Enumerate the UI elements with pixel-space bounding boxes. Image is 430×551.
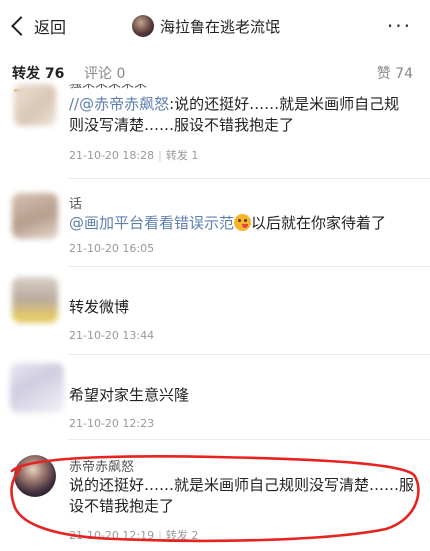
- back-button[interactable]: 返回: [11, 12, 67, 40]
- top-nav-bar: 返回 海拉鲁在逃老流氓 ···: [0, 0, 430, 52]
- repost-meta: 21-10-20 18:28 | 转发 1: [69, 147, 198, 163]
- list-item[interactable]: 骚果果果果果 //@赤帝赤飙怒:说的还挺好……就是米画师自己规则没写清楚……服设…: [0, 84, 430, 180]
- flushed-emoji-icon: [234, 214, 252, 231]
- repost-list: 骚果果果果果 //@赤帝赤飙怒:说的还挺好……就是米画师自己规则没写清楚……服设…: [0, 84, 430, 551]
- back-label: 返回: [34, 18, 67, 37]
- repost-body: 以后就在你家待着了: [251, 214, 387, 232]
- mention-link[interactable]: @画加平台看看错误示范: [69, 214, 234, 232]
- repost-meta: 21-10-20 12:19 | 转发 2: [69, 527, 198, 543]
- timestamp: 21-10-20 18:28: [69, 149, 155, 162]
- timestamp: 21-10-20 16:05: [69, 242, 155, 255]
- repost-text: 说的还挺好……就是米画师自己规则没写清楚……服设不错我抱走了: [69, 476, 415, 515]
- timestamp: 21-10-20 13:44: [69, 329, 155, 342]
- blurred-avatar: [12, 193, 58, 239]
- user-avatar: [132, 15, 154, 37]
- page-title: 海拉鲁在逃老流氓: [160, 17, 281, 36]
- repost-meta: 21-10-20 13:44: [69, 329, 154, 342]
- list-item[interactable]: 希望对家生意兴隆 21-10-20 12:23: [0, 355, 430, 440]
- separator: |: [158, 149, 162, 162]
- list-item[interactable]: 赤帝赤飙怒 说的还挺好……就是米画师自己规则没写清楚……服设不错我抱走了 21-…: [0, 440, 430, 551]
- username[interactable]: 话: [69, 193, 82, 212]
- repost-text: 希望对家生意兴隆: [69, 386, 190, 404]
- mention-link[interactable]: //@赤帝赤飙怒: [69, 95, 169, 113]
- repost-text: 转发微博: [69, 298, 130, 316]
- tab-comments[interactable]: 评论 0: [84, 63, 125, 83]
- repost-text: @画加平台看看错误示范 以后就在你家待着了: [69, 213, 414, 234]
- blurred-avatar: [14, 84, 56, 126]
- timestamp: 21-10-20 12:23: [69, 417, 155, 430]
- more-options-button[interactable]: ···: [387, 14, 412, 38]
- username[interactable]: 骚果果果果果: [69, 84, 147, 92]
- avatar[interactable]: [14, 455, 56, 497]
- timestamp: 21-10-20 12:19: [69, 529, 155, 542]
- nav-title-group[interactable]: 海拉鲁在逃老流氓: [132, 12, 280, 40]
- username[interactable]: 赤帝赤飙怒: [69, 456, 134, 475]
- blurred-avatar: [10, 363, 64, 413]
- tab-reposts[interactable]: 转发 76: [12, 63, 64, 83]
- chevron-left-icon: [11, 16, 31, 36]
- repost-count[interactable]: 转发 2: [166, 529, 199, 542]
- blurred-avatar: [12, 277, 58, 323]
- repost-meta: 21-10-20 12:23: [69, 417, 154, 430]
- repost-count[interactable]: 转发 1: [166, 149, 199, 162]
- tab-likes[interactable]: 赞 74: [377, 63, 413, 83]
- list-item[interactable]: 话 @画加平台看看错误示范 以后就在你家待着了 21-10-20 16:05: [0, 179, 430, 267]
- repost-meta: 21-10-20 16:05: [69, 242, 154, 255]
- list-item[interactable]: 转发微博 21-10-20 13:44: [0, 267, 430, 355]
- repost-text: //@赤帝赤飙怒:说的还挺好……就是米画师自己规则没写清楚……服设不错我抱走了: [69, 94, 414, 136]
- separator: |: [158, 529, 162, 542]
